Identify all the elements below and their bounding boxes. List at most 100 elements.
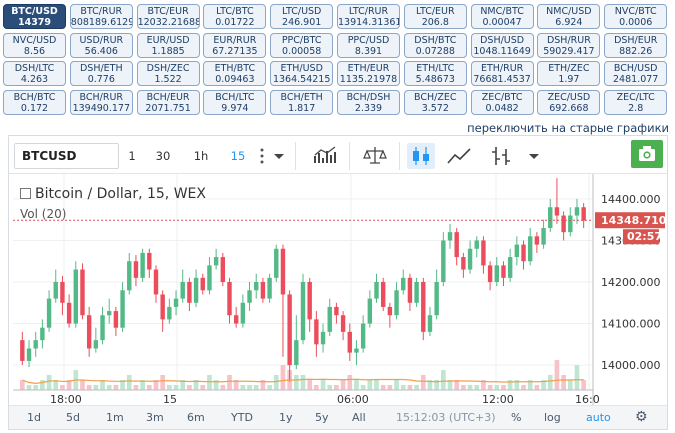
ticker-ppc-usd[interactable]: PPC/USD 8.391 <box>337 32 400 58</box>
candle-body <box>474 240 479 249</box>
symbol-search-input[interactable]: BTCUSD <box>14 143 119 169</box>
range-6m-button[interactable]: 6m <box>187 411 205 424</box>
ticker-bch-usd[interactable]: BCH/USD 2481.077 <box>604 61 668 86</box>
ticker-price: 3.572 <box>421 102 449 114</box>
volume-bar <box>581 380 586 390</box>
interval-15-button[interactable]: 15 <box>224 143 252 169</box>
range-5d-button[interactable]: 5d <box>66 411 80 424</box>
candle-body <box>461 257 466 270</box>
range-ytd-button[interactable]: YTD <box>231 411 253 424</box>
ticker-pair: EUR/RUR <box>213 34 257 46</box>
range-1d-button[interactable]: 1d <box>27 411 41 424</box>
ticker-ltc-rur[interactable]: LTC/RUR 13914.31361 <box>337 4 400 29</box>
ticker-price: 67.27135 <box>212 45 258 57</box>
ticker-dsh-btc[interactable]: DSH/BTC 0.07288 <box>403 32 467 58</box>
more-intervals-icon[interactable] <box>255 143 269 169</box>
ticker-nmc-btc[interactable]: NMC/BTC 0.00047 <box>470 4 534 29</box>
ticker-nvc-usd[interactable]: NVC/USD 8.56 <box>3 32 66 58</box>
ticker-eth-zec[interactable]: ETH/ZEC 1.97 <box>537 61 601 86</box>
range-1y-button[interactable]: 1y <box>279 411 293 424</box>
ticker-ltc-usd[interactable]: LTC/USD 246.901 <box>270 4 334 29</box>
ticker-dsh-ltc[interactable]: DSH/LTC 4.263 <box>3 61 66 86</box>
ticker-eur-rur[interactable]: EUR/RUR 67.27135 <box>203 32 267 58</box>
ticker-eth-usd[interactable]: ETH/USD 1364.54215 <box>270 61 334 86</box>
log-scale-button[interactable]: log <box>544 411 561 424</box>
ticker-eth-eur[interactable]: ETH/EUR 1135.21978 <box>337 61 400 86</box>
candles-icon[interactable] <box>407 143 435 169</box>
ticker-bch-dsh[interactable]: BCH/DSH 2.339 <box>337 89 400 115</box>
ticker-dsh-eur[interactable]: DSH/EUR 882.26 <box>604 32 668 58</box>
auto-scale-button[interactable]: auto <box>586 411 611 424</box>
volume-bar <box>227 375 232 390</box>
ticker-nvc-btc[interactable]: NVC/BTC 0.0006 <box>604 4 668 29</box>
interval-1-button[interactable]: 1 <box>121 143 143 169</box>
ticker-zec-usd[interactable]: ZEC/USD 692.668 <box>537 89 601 115</box>
collapse-legend-icon[interactable] <box>20 188 31 199</box>
ticker-usd-rur[interactable]: USD/RUR 56.406 <box>69 32 133 58</box>
ticker-zec-btc[interactable]: ZEC/BTC 0.0482 <box>470 89 534 115</box>
ticker-zec-ltc[interactable]: ZEC/LTC 2.8 <box>604 89 668 115</box>
candle-body <box>227 282 232 316</box>
gear-icon[interactable]: ⚙ <box>635 409 648 425</box>
ticker-bch-rur[interactable]: BCH/RUR 139490.177 <box>69 89 133 115</box>
bar-style-icon[interactable] <box>487 143 515 169</box>
ticker-pair: NMC/BTC <box>480 6 524 17</box>
ticker-price: 76681.4537 <box>473 74 531 85</box>
volume-bar <box>207 375 212 390</box>
ticker-price: 4.263 <box>20 74 49 85</box>
switch-to-old-charts-link[interactable]: переключить на старые графики <box>467 121 669 135</box>
ticker-dsh-zec[interactable]: DSH/ZEC 1.522 <box>136 61 200 86</box>
candle-body <box>107 311 112 316</box>
chevron-down-icon[interactable] <box>271 143 287 169</box>
ticker-bch-eth[interactable]: BCH/ETH 1.817 <box>270 89 334 115</box>
candle-body <box>33 340 38 349</box>
camera-icon[interactable] <box>631 140 663 168</box>
candlestick-chart[interactable]: 14400.00014300.00014200.00014100.0001400… <box>9 174 667 406</box>
candle-body <box>521 244 526 262</box>
ticker-btc-rur[interactable]: BTC/RUR 808189.6129 <box>69 4 133 29</box>
price-chart[interactable]: 14400.00014300.00014200.00014100.0001400… <box>9 174 667 406</box>
ticker-pair: ETH/RUR <box>480 63 524 74</box>
chart-type-chevron-icon[interactable] <box>525 143 543 169</box>
candle-body <box>327 306 332 332</box>
range-3m-button[interactable]: 3m <box>146 411 164 424</box>
ticker-eth-rur[interactable]: ETH/RUR 76681.4537 <box>470 61 534 86</box>
ticker-eth-btc[interactable]: ETH/BTC 0.09463 <box>203 61 267 86</box>
ticker-bch-zec[interactable]: BCH/ZEC 3.572 <box>403 89 467 115</box>
ticker-pair: BCH/ETH <box>280 91 323 103</box>
ticker-price: 14379 <box>17 17 52 28</box>
ticker-bch-eur[interactable]: BCH/EUR 2071.751 <box>136 89 200 115</box>
ticker-btc-eur[interactable]: BTC/EUR 12032.21688 <box>136 4 200 29</box>
indicators-icon[interactable] <box>361 143 389 169</box>
interval-30-button[interactable]: 30 <box>149 143 177 169</box>
ticker-ltc-btc[interactable]: LTC/BTC 0.01722 <box>203 4 267 29</box>
ticker-bch-ltc[interactable]: BCH/LTC 9.974 <box>203 89 267 115</box>
candle-body <box>441 240 446 282</box>
volume-bar <box>501 385 506 390</box>
candle-body <box>307 282 312 320</box>
ticker-price: 2.339 <box>354 102 383 114</box>
ticker-dsh-rur[interactable]: DSH/RUR 59029.417 <box>537 32 601 58</box>
ticker-dsh-eth[interactable]: DSH/ETH 0.776 <box>69 61 133 86</box>
ticker-ltc-eur[interactable]: LTC/EUR 206.8 <box>403 4 467 29</box>
bars-icon[interactable] <box>311 143 339 169</box>
ticker-nmc-usd[interactable]: NMC/USD 6.924 <box>537 4 601 29</box>
ticker-dsh-usd[interactable]: DSH/USD 1048.11649 <box>470 32 534 58</box>
volume-bar <box>467 385 473 390</box>
ticker-ppc-btc[interactable]: PPC/BTC 0.00058 <box>270 32 334 58</box>
utc-clock: 15:12:03 (UTC+3) <box>396 411 496 424</box>
volume-bar <box>126 375 132 390</box>
percent-scale-button[interactable]: % <box>511 411 521 424</box>
interval-1h-button[interactable]: 1h <box>187 143 215 169</box>
ticker-price: 0.00058 <box>282 45 322 57</box>
range-all-button[interactable]: All <box>352 411 366 424</box>
range-5y-button[interactable]: 5y <box>315 411 329 424</box>
ticker-bch-btc[interactable]: BCH/BTC 0.172 <box>3 89 66 115</box>
volume-bar <box>93 385 99 390</box>
volume-bar <box>574 365 580 390</box>
ticker-eth-ltc[interactable]: ETH/LTC 5.48673 <box>403 61 467 86</box>
ticker-eur-usd[interactable]: EUR/USD 1.1885 <box>136 32 200 58</box>
ticker-btc-usd[interactable]: BTC/USD 14379 <box>3 4 66 29</box>
area-icon[interactable] <box>445 143 473 169</box>
range-1m-button[interactable]: 1m <box>106 411 124 424</box>
